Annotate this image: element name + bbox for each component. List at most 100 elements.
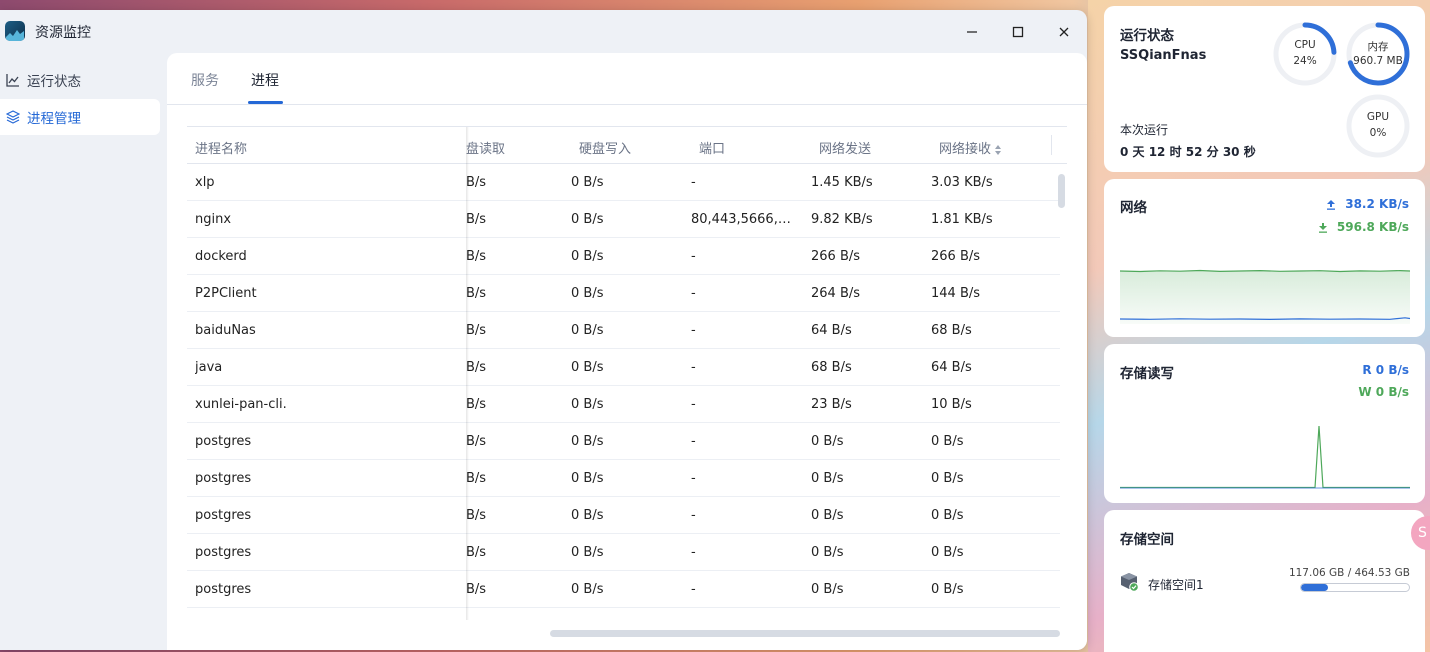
table-row[interactable]: postgres B/s 0 B/s - 0 B/s 0 B/s: [187, 534, 1060, 571]
storage-card-title: 存储空间: [1120, 532, 1174, 548]
write-line: [1120, 425, 1410, 489]
cell-port: -: [691, 471, 696, 486]
tab-processes[interactable]: 进程: [251, 70, 279, 90]
table-row[interactable]: java B/s 0 B/s - 68 B/s 64 B/s: [187, 349, 1060, 386]
cell-disk-write: 0 B/s: [571, 286, 604, 301]
cell-net-send: 0 B/s: [811, 434, 844, 449]
uptime-label: 本次运行: [1120, 123, 1169, 137]
table-row[interactable]: postgres B/s 0 B/s - 0 B/s 0 B/s: [187, 571, 1060, 608]
cell-port: -: [691, 323, 696, 338]
download-area: [1120, 270, 1410, 324]
table-row[interactable]: dockerd B/s 0 B/s - 266 B/s 266 B/s: [187, 238, 1060, 275]
memory-gauge: 内存 960.7 MB: [1345, 21, 1411, 87]
table-row[interactable]: postgres B/s 0 B/s - 0 B/s 0 B/s: [187, 460, 1060, 497]
table-row[interactable]: postgres B/s 0 B/s - 0 B/s 0 B/s: [187, 423, 1060, 460]
minimize-button[interactable]: [958, 18, 986, 46]
cell-net-send: 0 B/s: [811, 471, 844, 486]
cell-net-send: 264 B/s: [811, 286, 861, 301]
table-row[interactable]: postgres B/s 0 B/s - 0 B/s 0 B/s: [187, 497, 1060, 534]
storage-volume-row[interactable]: 存储空间1 117.06 GB / 464.53 GB: [1120, 567, 1410, 596]
col-header-disk-write[interactable]: 硬盘写入: [579, 138, 631, 157]
gpu-gauge: GPU 0%: [1345, 93, 1411, 159]
app-monitor-icon: [5, 21, 25, 41]
frozen-column-shadow: [466, 127, 469, 620]
gauge-value: 24%: [1293, 55, 1317, 67]
gauge-ring: [1273, 22, 1337, 86]
tab-services[interactable]: 服务: [191, 70, 219, 90]
cell-port: -: [691, 545, 696, 560]
sidebar-item-process[interactable]: 进程管理: [0, 99, 160, 135]
sidebar-item-label: 进程管理: [27, 111, 81, 127]
storage-volume-usage: 117.06 GB / 464.53 GB: [1288, 567, 1410, 579]
cell-net-send: 0 B/s: [811, 508, 844, 523]
col-header-name[interactable]: 进程名称: [195, 138, 247, 157]
col-header-disk-read[interactable]: 盘读取: [466, 138, 505, 157]
cell-port: -: [691, 286, 696, 301]
cell-net-send: 68 B/s: [811, 360, 852, 375]
gauge-ring: [1346, 94, 1410, 158]
table-row[interactable]: xunlei-pan-cli. B/s 0 B/s - 23 B/s 10 B/s: [187, 386, 1060, 423]
table-row[interactable]: nginx B/s 0 B/s 80,443,5666,56... 9.82 KB/s 1…: [187, 201, 1060, 238]
sidebar-item-label: 运行状态: [27, 74, 81, 90]
cell-net-send: 9.82 KB/s: [811, 212, 873, 227]
close-button[interactable]: [1050, 18, 1078, 46]
cell-net-recv: 68 B/s: [931, 323, 972, 338]
uptime-value: 0 天 12 时 52 分 30 秒: [1120, 145, 1256, 159]
table-row[interactable]: baiduNas B/s 0 B/s - 64 B/s 68 B/s: [187, 312, 1060, 349]
column-divider: [1051, 135, 1052, 155]
cell-process-name: xlp: [195, 175, 215, 190]
gauge-label: GPU: [1366, 111, 1390, 123]
storage-write-rate: W 0 B/s: [1358, 385, 1409, 399]
col-header-net-send[interactable]: 网络发送: [819, 138, 871, 157]
upload-value: 38.2 KB/s: [1345, 197, 1409, 211]
active-tab-indicator: [248, 101, 283, 104]
cell-disk-write: 0 B/s: [571, 397, 604, 412]
cell-process-name: P2PClient: [195, 286, 257, 301]
cell-process-name: postgres: [195, 582, 252, 597]
cell-net-recv: 1.81 KB/s: [931, 212, 993, 227]
cell-disk-write: 0 B/s: [571, 323, 604, 338]
cell-disk-write: 0 B/s: [571, 249, 604, 264]
storage-io-chart: [1120, 416, 1410, 490]
cell-process-name: baiduNas: [195, 323, 256, 338]
col-header-net-recv-label: 网络接收: [939, 142, 992, 157]
download-arrow-icon: [1318, 222, 1327, 233]
cell-net-recv: 0 B/s: [931, 582, 964, 597]
cell-net-recv: 0 B/s: [931, 471, 964, 486]
cell-disk-read: B/s: [466, 286, 487, 301]
cell-disk-read: B/s: [466, 212, 487, 227]
cell-port: -: [691, 249, 696, 264]
cell-disk-write: 0 B/s: [571, 434, 604, 449]
cell-net-send: 0 B/s: [811, 545, 844, 560]
horizontal-scrollbar[interactable]: [550, 630, 1060, 637]
cell-disk-read: B/s: [466, 323, 487, 338]
storage-io-card-title: 存储读写: [1120, 366, 1174, 382]
vertical-scrollbar[interactable]: [1058, 174, 1065, 208]
host-name: SSQianFnas: [1120, 48, 1207, 63]
main-panel: 服务 进程 进程名称 盘读取 硬盘写入 端口 网络发送 网络接收 xlp B/s 0…: [167, 53, 1087, 650]
maximize-icon: [1012, 26, 1024, 38]
table-row[interactable]: xlp B/s 0 B/s - 1.45 KB/s 3.03 KB/s: [187, 164, 1060, 201]
storage-read-rate: R 0 B/s: [1362, 363, 1409, 377]
cell-process-name: java: [195, 360, 223, 375]
cell-disk-read: B/s: [466, 360, 487, 375]
status-card: 运行状态 SSQianFnas CPU 24% 内存 960.7 MB GPU …: [1104, 6, 1425, 172]
col-header-net-recv[interactable]: 网络接收: [939, 138, 1002, 157]
maximize-button[interactable]: [1004, 18, 1032, 46]
cell-disk-read: B/s: [466, 545, 487, 560]
app-title: 资源监控: [35, 25, 91, 41]
cell-disk-read: B/s: [466, 397, 487, 412]
sidebar-item-status[interactable]: 运行状态: [0, 62, 160, 98]
cell-net-send: 23 B/s: [811, 397, 852, 412]
cell-process-name: postgres: [195, 471, 252, 486]
title-bar[interactable]: 资源监控: [0, 10, 1087, 52]
cell-net-recv: 144 B/s: [931, 286, 981, 301]
table-row[interactable]: P2PClient B/s 0 B/s - 264 B/s 144 B/s: [187, 275, 1060, 312]
cell-port: -: [691, 508, 696, 523]
cell-net-recv: 3.03 KB/s: [931, 175, 993, 190]
col-header-port[interactable]: 端口: [699, 138, 725, 157]
cell-net-recv: 0 B/s: [931, 508, 964, 523]
resource-monitor-window: 资源监控 运行状态 进程管理 服务 进程 进程名称 盘读取 硬盘写入 端口 网络…: [0, 10, 1087, 650]
cell-net-send: 266 B/s: [811, 249, 861, 264]
cell-process-name: xunlei-pan-cli.: [195, 397, 287, 412]
